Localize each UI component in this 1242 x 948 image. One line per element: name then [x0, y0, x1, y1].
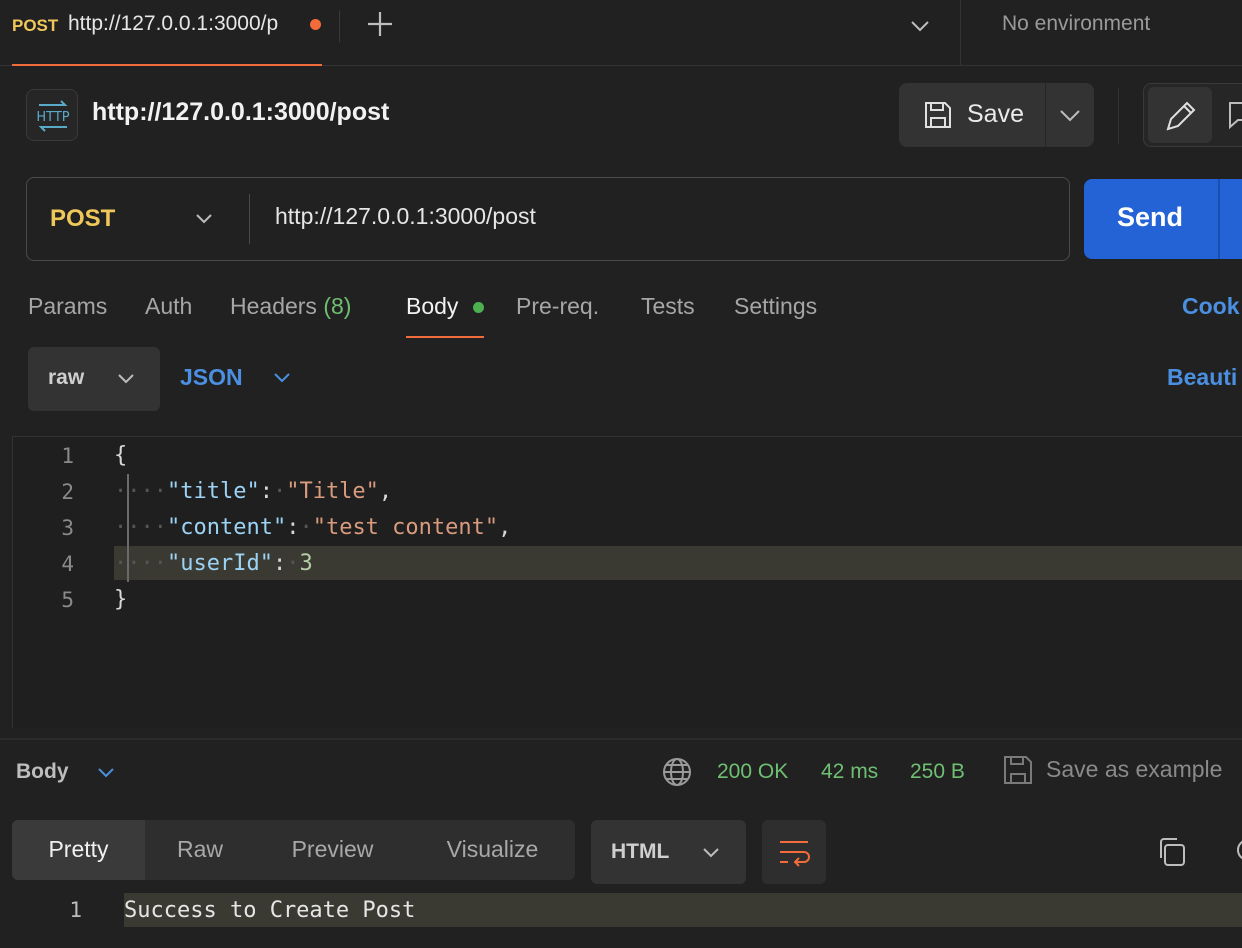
body-mode-select[interactable]: raw: [28, 347, 160, 411]
request-tab-active[interactable]: POST http://127.0.0.1:3000/p: [12, 0, 322, 66]
body-language-select[interactable]: JSON: [180, 362, 300, 396]
tab-tests[interactable]: Tests: [641, 293, 695, 320]
tab-headers-label: Headers: [230, 293, 317, 319]
send-button[interactable]: Send: [1084, 179, 1242, 259]
chevron-down-icon: [703, 848, 719, 858]
floppy-disk-icon: [925, 102, 951, 128]
view-tab-pretty[interactable]: Pretty: [12, 820, 145, 880]
line-number: 3: [61, 516, 74, 540]
save-as-example-button[interactable]: Save as example: [1002, 754, 1242, 790]
chevron-down-icon: [274, 373, 290, 383]
tab-body[interactable]: Body: [406, 293, 458, 320]
edit-button[interactable]: [1148, 87, 1212, 143]
url-input[interactable]: [275, 203, 1035, 230]
json-string-value: "Title": [286, 479, 379, 504]
tab-headers[interactable]: Headers (8): [230, 293, 351, 320]
code-line: ····"userId":·3: [114, 551, 313, 576]
cookies-link[interactable]: Cook: [1182, 293, 1240, 320]
response-time[interactable]: 42 ms: [821, 760, 878, 784]
tab-title: http://127.0.0.1:3000/p: [68, 12, 279, 35]
status-code[interactable]: 200 OK: [717, 760, 788, 784]
tab-params[interactable]: Params: [28, 293, 107, 320]
body-language-label: JSON: [180, 364, 243, 390]
save-button-group: Save: [899, 83, 1094, 147]
response-view-tabs: Pretty Raw Preview Visualize: [12, 820, 575, 880]
line-number: 5: [61, 588, 74, 612]
pencil-icon: [1166, 101, 1196, 131]
request-name[interactable]: http://127.0.0.1:3000/post: [92, 98, 389, 127]
view-tab-visualize[interactable]: Visualize: [410, 820, 575, 880]
send-split-divider: [1218, 179, 1220, 259]
tab-separator: [339, 10, 340, 42]
chevron-down-icon: [911, 21, 929, 32]
search-icon: [1237, 840, 1242, 860]
comments-icon[interactable]: [1226, 100, 1242, 130]
active-tab-indicator: [12, 64, 322, 66]
copy-button[interactable]: [1156, 836, 1188, 868]
header-separator: [1118, 88, 1119, 144]
unsaved-dot-icon: [310, 19, 321, 30]
environment-selector[interactable]: No environment: [1002, 12, 1150, 36]
method-label: POST: [50, 205, 116, 232]
tab-bar: POST http://127.0.0.1:3000/p No environm…: [0, 0, 1242, 66]
code-line: }: [114, 587, 128, 612]
headers-count-badge: (8): [323, 293, 352, 319]
svg-text:HTTP: HTTP: [36, 110, 69, 125]
active-tab-indicator: [406, 336, 484, 338]
code-line: {: [114, 443, 128, 468]
url-bar: POST: [26, 177, 1070, 261]
tab-prereq[interactable]: Pre-req.: [516, 293, 599, 320]
url-separator: [249, 194, 250, 244]
line-number: 4: [61, 552, 74, 576]
response-format-label: HTML: [611, 840, 670, 863]
body-mode-label: raw: [48, 366, 85, 389]
line-number: 1: [69, 898, 82, 922]
line-number: 1: [61, 444, 74, 468]
globe-icon[interactable]: [661, 756, 693, 788]
json-number-value: 3: [299, 551, 313, 576]
new-tab-button[interactable]: [364, 8, 396, 40]
side-tools: [1143, 83, 1242, 147]
send-label: Send: [1117, 202, 1184, 232]
body-indicator-dot-icon: [473, 302, 484, 313]
view-tab-preview[interactable]: Preview: [255, 820, 410, 880]
plus-icon: [368, 12, 392, 36]
view-tab-raw[interactable]: Raw: [145, 820, 255, 880]
search-button[interactable]: [1234, 836, 1242, 868]
tab-method-label: POST: [12, 16, 59, 35]
json-key: "userId": [166, 551, 273, 576]
response-section-title[interactable]: Body: [16, 760, 69, 784]
code-line: ····"title":·"Title",: [114, 479, 393, 504]
chevron-down-icon: [196, 214, 212, 224]
http-icon: HTTP: [26, 89, 78, 141]
tab-auth[interactable]: Auth: [145, 293, 192, 320]
code-line: ····"content":·"test content",: [114, 515, 512, 540]
response-body-text: Success to Create Post: [124, 898, 416, 923]
save-as-example-label: Save as example: [1046, 756, 1223, 782]
chevron-down-icon: [118, 374, 134, 384]
wrap-lines-button[interactable]: [762, 820, 826, 884]
tab-settings[interactable]: Settings: [734, 293, 817, 320]
line-number: 2: [61, 480, 74, 504]
environment-separator: [960, 0, 961, 66]
method-select[interactable]: POST: [27, 178, 249, 260]
chevron-down-icon[interactable]: [94, 761, 118, 785]
save-button[interactable]: Save: [899, 83, 1045, 147]
response-size[interactable]: 250 B: [910, 760, 965, 784]
tabs-dropdown-button[interactable]: [906, 12, 934, 40]
beautify-link[interactable]: Beauti: [1167, 364, 1237, 391]
copy-icon: [1160, 838, 1185, 866]
json-key: "title": [166, 479, 260, 504]
save-label: Save: [967, 100, 1024, 128]
response-divider[interactable]: [0, 738, 1242, 740]
json-string-value: "test content": [312, 515, 499, 540]
response-format-select[interactable]: HTML: [591, 820, 746, 884]
floppy-disk-icon: [1004, 756, 1032, 784]
save-options-dropdown[interactable]: [1046, 83, 1094, 147]
json-key: "content": [166, 515, 287, 540]
wrap-lines-icon: [780, 841, 810, 867]
chevron-down-icon: [1060, 110, 1080, 122]
